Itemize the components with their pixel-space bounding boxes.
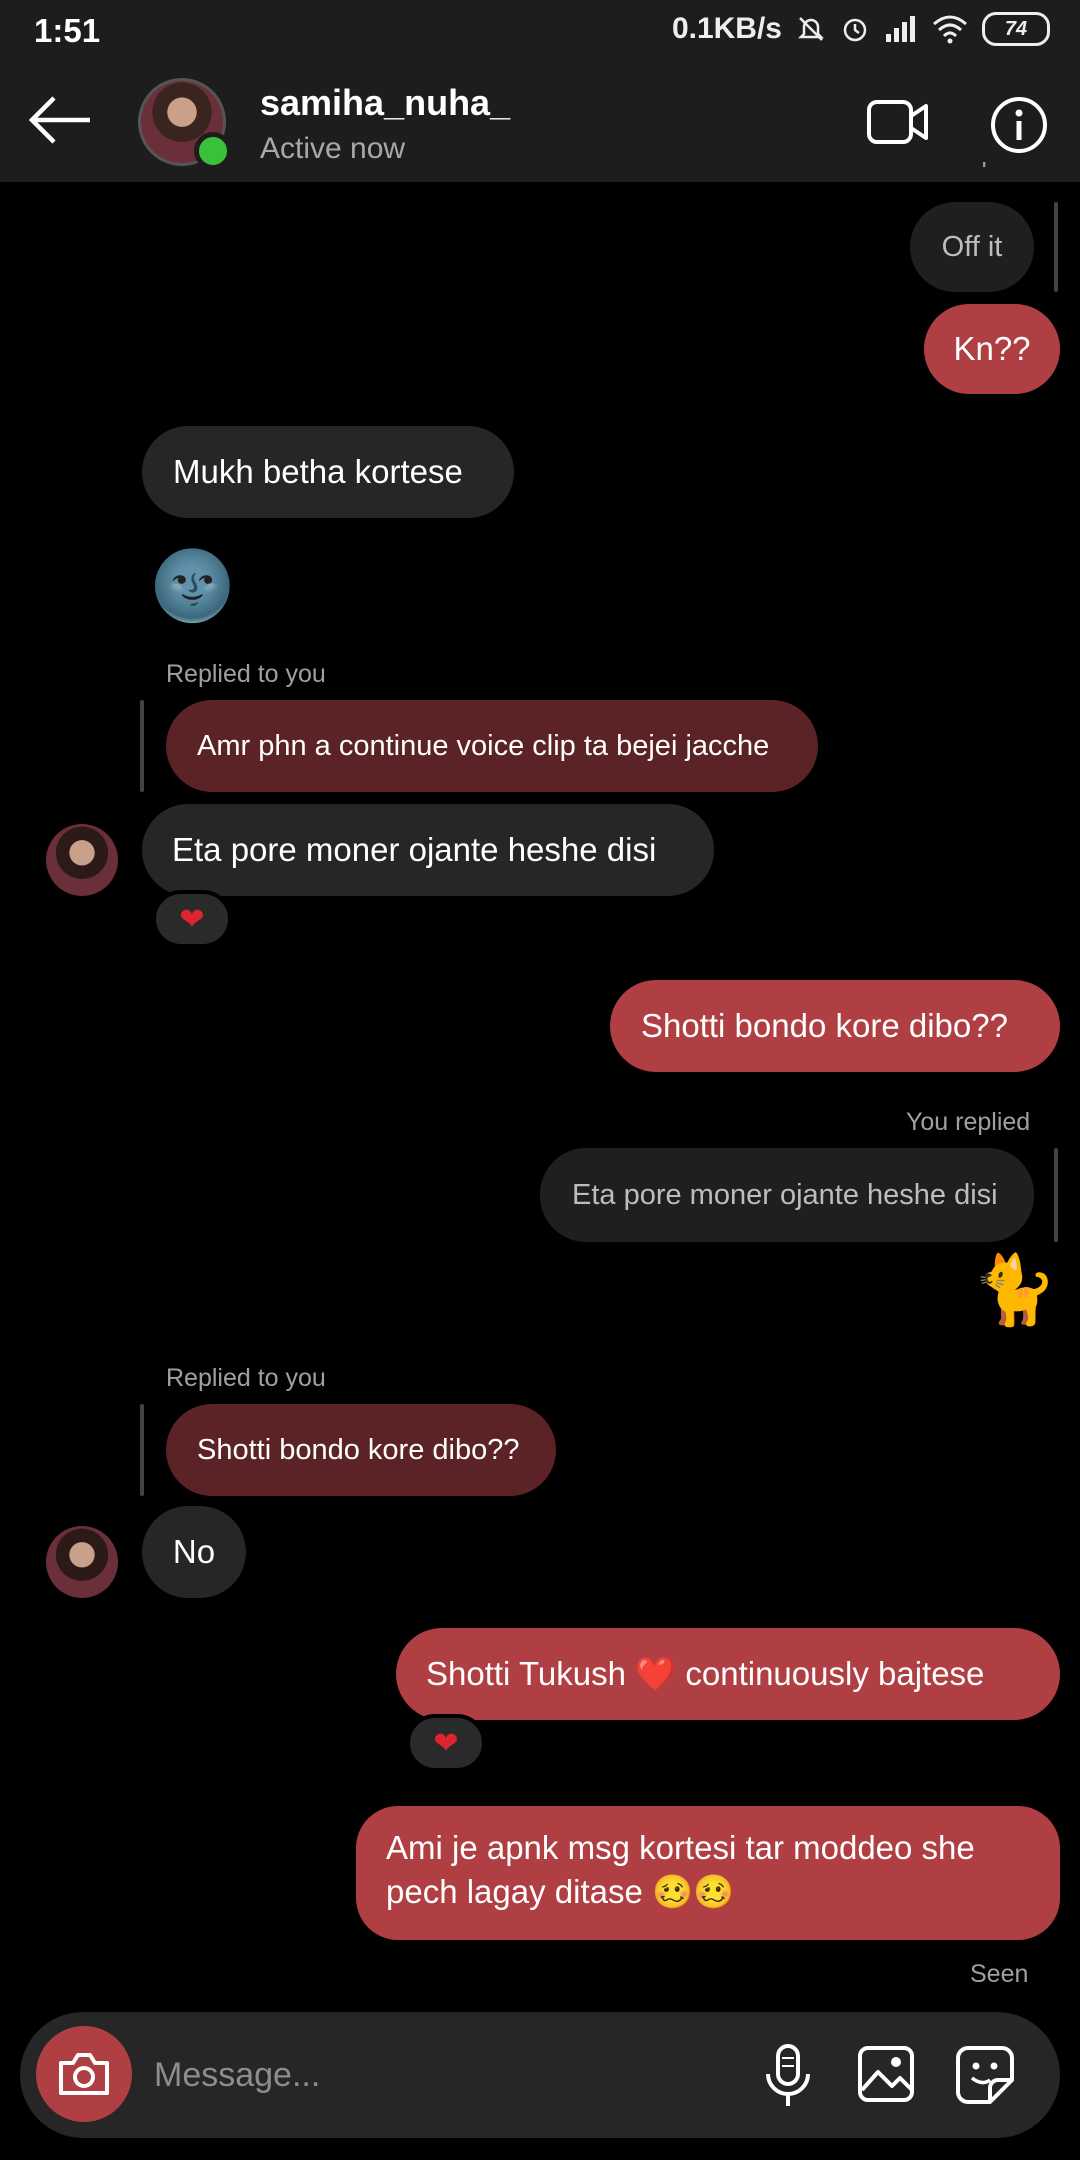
video-call-button[interactable] bbox=[866, 96, 930, 148]
seen-indicator: Seen bbox=[970, 1960, 1029, 1988]
quoted-message[interactable]: Off it bbox=[910, 202, 1034, 292]
online-indicator bbox=[194, 132, 232, 170]
reply-bar bbox=[1054, 1148, 1058, 1242]
sent-message[interactable]: Kn?? bbox=[924, 304, 1060, 394]
reply-bar bbox=[1054, 202, 1058, 292]
message-composer bbox=[20, 2012, 1060, 2138]
alarm-icon bbox=[843, 18, 867, 42]
sticker-icon bbox=[956, 2046, 1014, 2104]
gallery-button[interactable] bbox=[856, 2044, 916, 2104]
cat-sticker[interactable]: 🐈 bbox=[972, 1250, 1057, 1330]
sent-message[interactable]: Shotti bondo kore dibo?? bbox=[610, 980, 1060, 1072]
wifi-icon bbox=[933, 15, 967, 44]
info-button[interactable] bbox=[990, 96, 1048, 154]
contact-name[interactable]: samiha_nuha_ bbox=[260, 82, 510, 124]
heart-reaction[interactable]: ❤ bbox=[152, 890, 232, 948]
back-arrow-icon bbox=[28, 96, 90, 144]
received-message[interactable]: No bbox=[142, 1506, 246, 1598]
message-input[interactable] bbox=[152, 2038, 736, 2112]
received-message[interactable]: Eta pore moner ojante heshe disi bbox=[142, 804, 714, 896]
reply-bar bbox=[140, 1404, 144, 1496]
reply-meta: You replied bbox=[906, 1108, 1031, 1136]
contact-status: Active now bbox=[260, 132, 406, 165]
quoted-message[interactable]: Eta pore moner ojante heshe disi bbox=[540, 1148, 1034, 1242]
battery-icon: 74 bbox=[982, 12, 1050, 46]
received-message[interactable]: Mukh betha kortese bbox=[142, 426, 514, 518]
message-line: pech lagay ditase 🥴🥴 bbox=[386, 1873, 735, 1910]
microphone-button[interactable] bbox=[758, 2042, 818, 2112]
back-button[interactable] bbox=[26, 94, 96, 146]
heart-reaction[interactable]: ❤ bbox=[406, 1714, 486, 1772]
avatar[interactable] bbox=[46, 824, 118, 896]
network-speed: 0.1KB/s bbox=[671, 12, 782, 45]
sticker-button[interactable] bbox=[954, 2044, 1016, 2106]
microphone-icon bbox=[766, 2044, 810, 2106]
gallery-icon bbox=[858, 2046, 914, 2102]
mute-icon bbox=[797, 17, 825, 41]
status-bar: 1:51 0.1KB/s 74 bbox=[0, 0, 1080, 60]
quoted-message[interactable]: Shotti bondo kore dibo?? bbox=[166, 1404, 556, 1496]
avatar[interactable] bbox=[46, 1526, 118, 1598]
signal-icon bbox=[886, 16, 915, 42]
camera-icon bbox=[59, 2053, 109, 2095]
sent-message[interactable]: Shotti Tukush ❤️ continuously bajtese bbox=[396, 1628, 1060, 1720]
reply-bar bbox=[140, 700, 144, 792]
emoji-message[interactable]: 🌚 bbox=[150, 546, 235, 626]
sent-message[interactable]: Ami je apnk msg kortesi tar moddeo she p… bbox=[356, 1806, 1060, 1940]
contact-avatar[interactable] bbox=[138, 78, 232, 170]
quoted-message[interactable]: Amr phn a continue voice clip ta bejei j… bbox=[166, 700, 818, 792]
reply-meta: Replied to you bbox=[166, 1364, 326, 1392]
message-line: Ami je apnk msg kortesi tar moddeo she bbox=[386, 1829, 975, 1866]
status-icons: 0.1KB/s 74 bbox=[672, 12, 1050, 46]
reply-meta: Replied to you bbox=[166, 660, 326, 688]
video-call-icon bbox=[867, 100, 928, 144]
info-icon bbox=[991, 97, 1047, 153]
camera-button[interactable] bbox=[36, 2026, 132, 2122]
status-time: 1:51 bbox=[34, 12, 101, 49]
